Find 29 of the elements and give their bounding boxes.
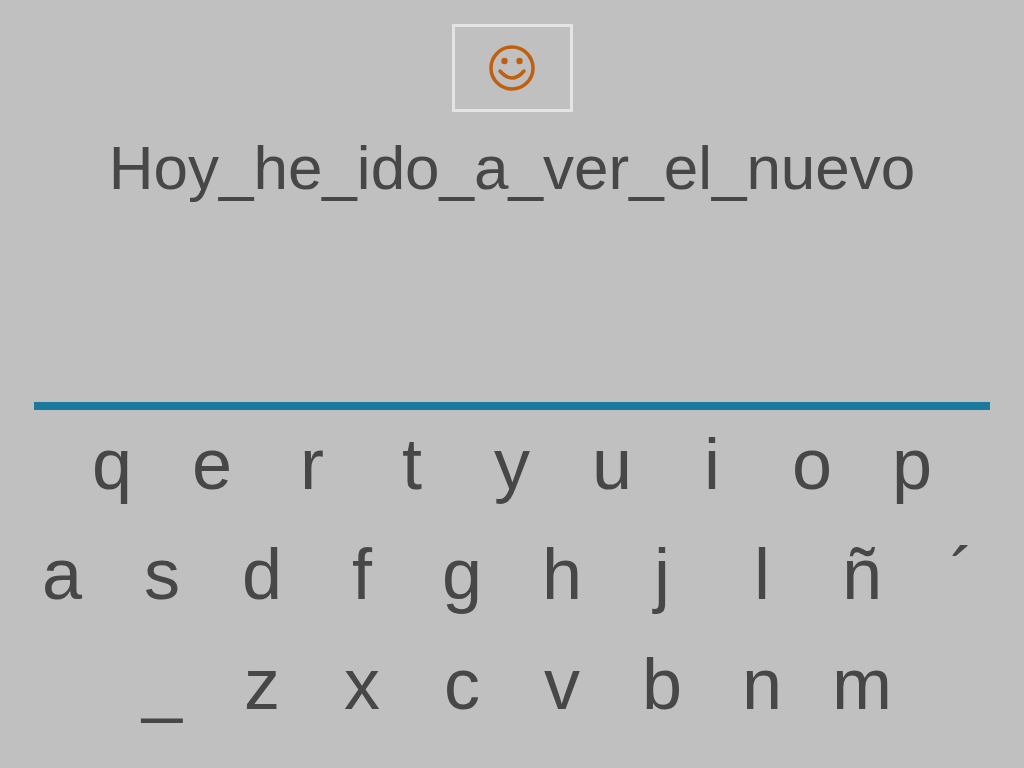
letter-key[interactable]: e (162, 424, 262, 504)
letter-key[interactable]: x (312, 644, 412, 724)
letter-key[interactable]: _ (112, 644, 212, 724)
letter-key[interactable]: ñ (812, 534, 912, 614)
smiley-icon (488, 44, 536, 92)
letter-key[interactable]: d (212, 534, 312, 614)
letter-key[interactable]: g (412, 534, 512, 614)
letter-key[interactable]: o (762, 424, 862, 504)
letter-key[interactable]: n (712, 644, 812, 724)
letter-key[interactable]: l (712, 534, 812, 614)
letter-key[interactable]: s (112, 534, 212, 614)
letter-key[interactable]: u (562, 424, 662, 504)
letter-key[interactable]: c (412, 644, 512, 724)
letter-key[interactable]: j (612, 534, 712, 614)
letter-key[interactable]: a (12, 534, 112, 614)
letter-key[interactable]: i (662, 424, 762, 504)
letter-key[interactable]: q (62, 424, 162, 504)
letter-key[interactable]: h (512, 534, 612, 614)
letter-key[interactable]: z (212, 644, 312, 724)
letter-key[interactable]: y (462, 424, 562, 504)
letter-key[interactable]: m (812, 644, 912, 724)
sentence-text: Hoy_he_ido_a_ver_el_nuevo (108, 132, 916, 204)
letter-key[interactable]: f (312, 534, 412, 614)
letter-key[interactable]: t (362, 424, 462, 504)
letter-key[interactable]: b (612, 644, 712, 724)
letter-key[interactable]: r (262, 424, 362, 504)
letter-key[interactable]: ´ (912, 534, 1012, 614)
letter-key[interactable]: v (512, 644, 612, 724)
letter-key[interactable]: p (862, 424, 962, 504)
